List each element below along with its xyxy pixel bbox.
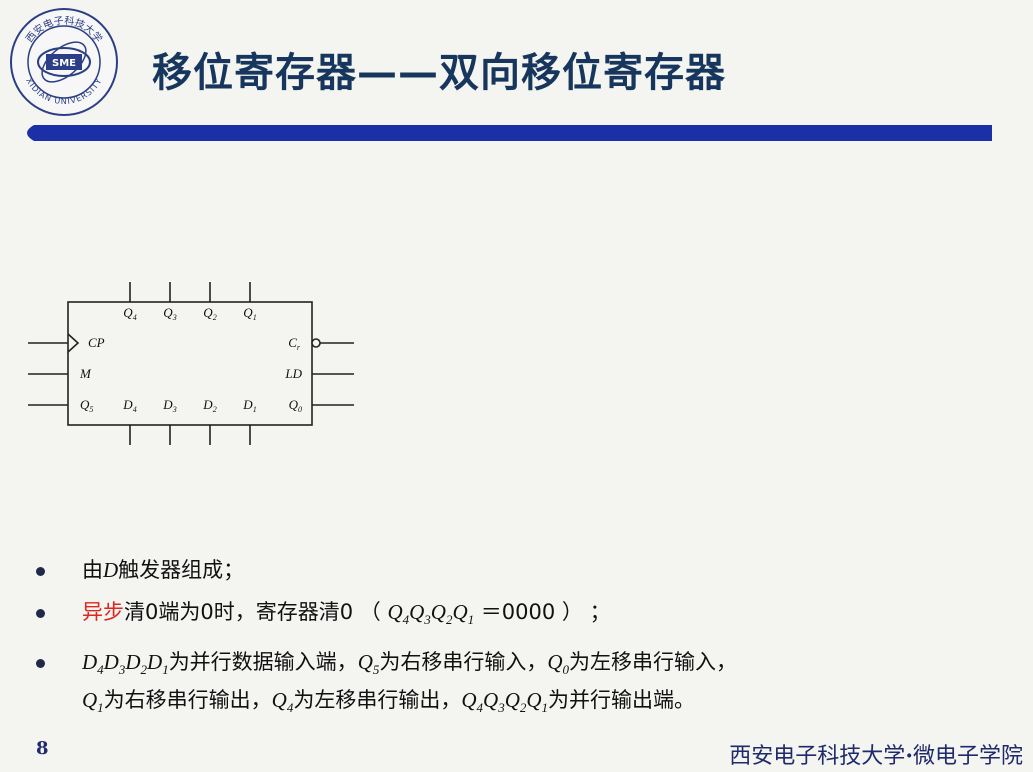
pin-label: D4 <box>122 397 136 414</box>
variable: D4D3D2D1 <box>82 650 169 678</box>
variable: Q4Q3Q2Q1 <box>461 688 549 716</box>
bullet-dot-icon <box>36 659 45 669</box>
register-body <box>67 301 313 426</box>
pin-label: Cr <box>288 335 301 352</box>
pin-label: Q3 <box>163 305 176 322</box>
pin-label: D1 <box>242 397 256 414</box>
clock-triangle-icon <box>67 333 80 353</box>
pin-label: Q2 <box>203 305 216 322</box>
variable: Q1 <box>82 688 104 716</box>
page-number: 8 <box>36 738 49 759</box>
shift-register-symbol: Q4 Q3 Q2 Q1 CP M Q5 Cr LD Q0 D4 D3 D2 D1 <box>28 282 354 445</box>
pin-label: Q1 <box>243 305 256 322</box>
variable: D <box>103 558 119 582</box>
bullet-text: 为左移串行输入， <box>569 650 738 675</box>
bullet-text: 为并行数据输入端， <box>168 650 358 675</box>
bullet-item: 异步清0端为0时，寄存器清0 （ Q4Q3Q2Q1 ＝0000 ） ； <box>30 597 1010 635</box>
title-underline-bar <box>27 125 992 141</box>
pin-label: M <box>79 366 92 381</box>
logo-emblem-icon: 西安电子科技大学 XIDIAN UNIVERSITY SME <box>10 8 118 116</box>
bullet-list: 由D触发器组成； 异步清0端为0时，寄存器清0 （ Q4Q3Q2Q1 ＝0000… <box>30 555 1010 736</box>
pin-label: LD <box>284 366 302 381</box>
bullet-text: 清0端为0时，寄存器清0 （ <box>124 600 388 624</box>
bullet-text: 为右移串行输出， <box>103 688 272 713</box>
bullet-item: D4D3D2D1为并行数据输入端，Q5为右移串行输入，Q0为左移串行输入， Q1… <box>30 647 1010 723</box>
pin-label: D3 <box>162 397 176 414</box>
variable: Q0 <box>547 650 570 678</box>
footer-university: 西安电子科技大学 <box>729 744 906 769</box>
bullet-text: 为并行输出端。 <box>548 688 696 713</box>
bullet-text: 为右移串行输入， <box>379 650 548 675</box>
bullet-dot-icon <box>36 567 45 576</box>
footer-school: 微电子学院 <box>912 744 1023 769</box>
bullet-text: 由 <box>82 558 103 582</box>
pin-label: Q4 <box>123 305 136 322</box>
bullet-item: 由D触发器组成； <box>30 555 1010 585</box>
slide-title: 移位寄存器——双向移位寄存器 <box>152 50 726 96</box>
pin-label: D2 <box>202 397 216 414</box>
variable: Q4Q3Q2Q1 <box>387 600 475 628</box>
logo-center-text: SME <box>52 58 76 69</box>
pin-label: Q0 <box>289 397 302 414</box>
variable: Q4 <box>271 688 294 716</box>
slide: 西安电子科技大学 XIDIAN UNIVERSITY SME 移位寄存器——双向… <box>0 0 1033 772</box>
university-logo: 西安电子科技大学 XIDIAN UNIVERSITY SME <box>8 6 120 118</box>
inversion-bubble-icon <box>311 338 321 348</box>
variable: Q5 <box>357 650 380 678</box>
highlight-text: 异步 <box>82 600 124 624</box>
footer-institution: 西安电子科技大学·微电子学院 <box>729 738 1023 770</box>
footer-separator: · <box>905 743 913 769</box>
pin-label: Q5 <box>80 397 93 414</box>
pin-label: CP <box>88 335 105 350</box>
bullet-text: ＝0000 ） ； <box>474 600 611 624</box>
bullet-dot-icon <box>36 609 45 618</box>
bullet-text: 为左移串行输出， <box>293 688 462 713</box>
bullet-text: 触发器组成； <box>118 558 245 582</box>
